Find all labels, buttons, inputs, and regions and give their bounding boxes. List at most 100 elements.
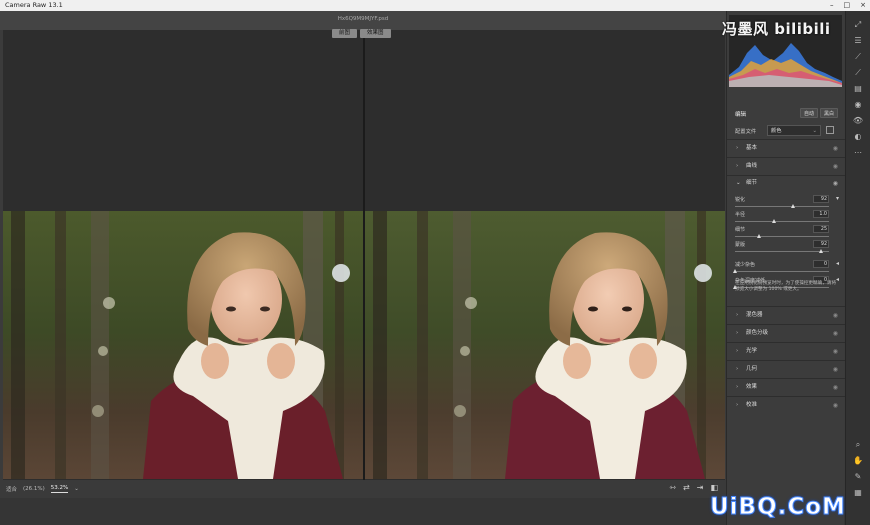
slider-label: 半径 xyxy=(735,212,746,218)
profile-select[interactable]: 颜色 ⌄ xyxy=(767,125,821,136)
slider-track[interactable] xyxy=(735,271,829,272)
slider-detail[interactable]: 细节 25 xyxy=(735,225,839,240)
slider-radius[interactable]: 半径 1.0 xyxy=(735,210,839,225)
edit-header: 编辑 自动 黑白 xyxy=(727,106,845,122)
zoom-chevron-icon[interactable]: ⌄ xyxy=(74,486,79,492)
more-icon[interactable]: ⋯ xyxy=(852,147,864,159)
preview-canvas[interactable] xyxy=(3,30,725,480)
eye-icon[interactable]: ◉ xyxy=(833,325,838,342)
toggle-view-icon[interactable]: ◧ xyxy=(710,483,718,492)
after-label[interactable]: 效果图 xyxy=(360,29,391,38)
app-title: Camera Raw 13.1 xyxy=(5,1,63,9)
section-curve[interactable]: › 曲线 ◉ xyxy=(727,157,845,174)
slider-masking[interactable]: 蒙版 92 xyxy=(735,240,839,255)
slider-thumb[interactable] xyxy=(733,269,737,273)
close-icon[interactable]: × xyxy=(860,0,866,11)
section-title: 基本 xyxy=(746,145,758,151)
section-effects[interactable]: › 效果 ◉ xyxy=(727,378,845,395)
profile-value: 颜色 xyxy=(771,128,782,134)
title-bar: Camera Raw 13.1 – □ × xyxy=(0,0,870,11)
before-label[interactable]: 前图 xyxy=(332,29,358,38)
eye-icon[interactable]: ◉ xyxy=(833,307,838,324)
zoom-selected-value[interactable]: 53.2% xyxy=(50,485,69,493)
eye-icon[interactable]: ◉ xyxy=(833,397,838,414)
watermark-bottom: UiBQ.CoM xyxy=(710,494,846,521)
auto-button[interactable]: 自动 xyxy=(800,108,819,118)
watermark-top: 冯墨风 bilibili xyxy=(722,20,831,38)
slider-sharpen[interactable]: 锐化 92 ▾ xyxy=(735,195,839,210)
triangle-down-icon[interactable]: ▾ xyxy=(836,195,839,202)
chevron-right-icon: › xyxy=(736,384,739,390)
minimize-icon[interactable]: – xyxy=(830,0,834,11)
slider-thumb[interactable] xyxy=(756,234,761,238)
slider-track[interactable] xyxy=(735,236,829,237)
eye-icon[interactable]: ◉ xyxy=(833,343,838,360)
crop-icon[interactable]: ⟋ xyxy=(852,51,864,63)
gradient-icon[interactable]: ▤ xyxy=(852,83,864,95)
slider-thumb[interactable] xyxy=(819,249,824,253)
maximize-icon[interactable]: □ xyxy=(844,0,851,11)
section-title: 光学 xyxy=(746,348,758,354)
section-geometry[interactable]: › 几何 ◉ xyxy=(727,360,845,377)
slider-track[interactable] xyxy=(735,206,829,207)
section-basic[interactable]: › 基本 ◉ xyxy=(727,139,845,156)
slider-thumb[interactable] xyxy=(772,219,777,223)
slider-value-input[interactable]: 92 xyxy=(813,240,829,248)
chevron-right-icon: › xyxy=(736,312,739,318)
eye-icon[interactable]: ◉ xyxy=(833,140,838,157)
chevron-right-icon: › xyxy=(736,366,739,372)
slider-value-input[interactable]: 92 xyxy=(813,195,829,203)
bw-button[interactable]: 黑白 xyxy=(820,108,839,118)
radial-filter-icon[interactable]: ◉ xyxy=(852,99,864,111)
grid-overlay-icon[interactable]: ▦ xyxy=(852,487,864,499)
eye-icon[interactable]: ◉ xyxy=(833,158,838,175)
chevron-down-icon: ⌄ xyxy=(812,128,817,134)
after-preview[interactable] xyxy=(365,211,725,479)
slider-track[interactable] xyxy=(735,221,829,222)
profile-browser-icon[interactable] xyxy=(826,126,834,134)
section-mixer[interactable]: › 混色器 ◉ xyxy=(727,306,845,323)
before-after-view-icon[interactable]: ⇿ xyxy=(669,483,676,492)
detail-header[interactable]: ⌄ 细节 ◉ xyxy=(727,176,845,191)
chevron-down-icon: ⌄ xyxy=(736,180,741,186)
swap-settings-icon[interactable]: ⇄ xyxy=(683,483,690,492)
sharpen-preview-hint: 在应用锐化前预览时时，为了使操控更精确，请将预览大小调整为 100% 或更大。 xyxy=(735,281,837,292)
eye-icon[interactable]: ◉ xyxy=(833,176,838,191)
slider-label: 减少杂色 xyxy=(735,262,756,268)
zoom-fit-value[interactable]: (26.1%) xyxy=(23,486,45,492)
section-optics[interactable]: › 光学 ◉ xyxy=(727,342,845,359)
triangle-left-icon[interactable]: ◂ xyxy=(836,260,839,267)
portrait-photo-before xyxy=(3,211,363,479)
slider-thumb[interactable] xyxy=(791,204,796,208)
presets-icon[interactable]: ◐ xyxy=(852,131,864,143)
slider-value-input[interactable]: 1.0 xyxy=(813,210,829,218)
slider-track[interactable] xyxy=(735,251,829,252)
slider-label: 蒙版 xyxy=(735,242,746,248)
section-color-grading[interactable]: › 颜色分级 ◉ xyxy=(727,324,845,341)
color-sampler-icon[interactable]: ✎ xyxy=(852,471,864,483)
right-toolbar: ⤢ ☰ ⟋ ⟋ ▤ ◉ 👁 ◐ ⋯ ⌕ ✋ ✎ ▦ xyxy=(845,11,870,525)
brush-icon[interactable]: ⟋ xyxy=(852,67,864,79)
section-title: 效果 xyxy=(746,384,758,390)
zoom-fit-label[interactable]: 适合 xyxy=(6,485,17,493)
before-preview[interactable] xyxy=(3,211,363,479)
zoom-controls[interactable]: 适合 (26.1%) 53.2% ⌄ xyxy=(6,485,79,493)
compare-view-labels: 前图 效果图 xyxy=(332,29,391,38)
camera-raw-window: Camera Raw 13.1 – □ × Hx6Q9M9MJYF.psd 前图… xyxy=(0,0,870,525)
expand-icon[interactable]: ⤢ xyxy=(852,19,864,31)
slider-value-input[interactable]: 0 xyxy=(813,260,829,268)
chevron-right-icon: › xyxy=(736,348,739,354)
section-calibration[interactable]: › 校准 ◉ xyxy=(727,396,845,413)
slider-label: 细节 xyxy=(735,227,746,233)
eye-icon[interactable]: ◉ xyxy=(833,379,838,396)
slider-value-input[interactable]: 25 xyxy=(813,225,829,233)
zoom-icon[interactable]: ⌕ xyxy=(852,439,864,451)
hand-icon[interactable]: ✋ xyxy=(852,455,864,467)
chevron-right-icon: › xyxy=(736,402,739,408)
eye-icon[interactable]: ◉ xyxy=(833,361,838,378)
slider-noise-reduction[interactable]: 减少杂色 0 ◂ xyxy=(733,260,839,275)
copy-settings-icon[interactable]: ⇥ xyxy=(697,483,704,492)
red-eye-icon[interactable]: 👁 xyxy=(852,115,864,127)
file-name-bar: Hx6Q9M9MJYF.psd xyxy=(0,11,726,30)
edit-sliders-icon[interactable]: ☰ xyxy=(852,35,864,47)
